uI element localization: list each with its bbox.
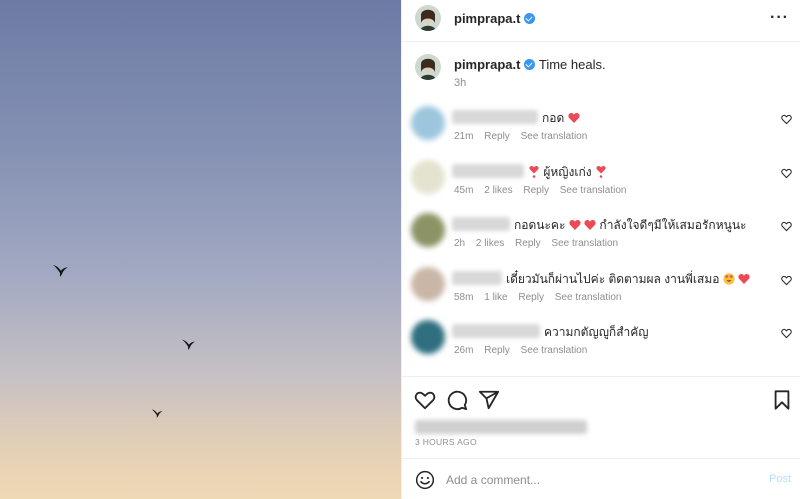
comment-item: กอด 21m Reply See translation <box>402 100 800 154</box>
action-bar <box>402 376 800 422</box>
post-header: pimprapa.t ··· <box>402 0 800 42</box>
avatar[interactable] <box>415 5 441 31</box>
reply-button[interactable]: Reply <box>484 131 510 142</box>
heart-exclamation-icon <box>596 165 606 178</box>
caption-time: 3h <box>454 77 467 89</box>
comment-text: ผู้หญิงเก่ง <box>528 163 607 182</box>
red-heart-icon <box>568 113 580 123</box>
red-heart-icon <box>738 273 750 284</box>
comment-time: 21m <box>454 131 474 142</box>
comment-time: 2h <box>454 238 466 250</box>
see-translation-link[interactable]: See translation <box>521 131 588 142</box>
see-translation-link[interactable]: See translation <box>555 292 622 303</box>
avatar[interactable] <box>411 106 445 140</box>
commenter-name[interactable] <box>452 217 510 232</box>
red-heart-icon <box>569 220 581 231</box>
comment-likes[interactable]: 1 like <box>484 292 507 303</box>
comment-time: 26m <box>454 345 474 357</box>
comment-text: ความกตัญญูก็สำคัญ <box>544 325 649 340</box>
comment-list: กอด 21m Reply See translation ผู้หญิงเก่… <box>402 100 800 368</box>
comment-item: ความกตัญญูก็สำคัญ 26m Reply See translat… <box>402 314 800 368</box>
commenter-name[interactable] <box>452 324 540 339</box>
comment-text: เดี๋ยวมันก็ผ่านไปค่ะ ติดตามผล งานพี่เสมอ <box>506 270 750 289</box>
post-panel: pimprapa.t ··· pimprapa.t Time heals. 3h… <box>401 0 800 499</box>
comment-meta: 45m 2 likes Reply See translation <box>454 185 634 196</box>
add-comment-bar: Post <box>402 458 800 499</box>
commenter-name[interactable] <box>452 270 502 285</box>
like-comment-icon[interactable] <box>781 275 792 286</box>
comment-text: กอด <box>542 109 580 128</box>
avatar[interactable] <box>411 320 445 355</box>
verified-icon <box>524 59 536 70</box>
share-icon[interactable] <box>478 389 500 411</box>
avatar[interactable] <box>411 213 445 248</box>
commenter-name[interactable] <box>452 110 538 124</box>
avatar[interactable] <box>411 159 445 194</box>
comment-input[interactable] <box>446 469 746 491</box>
reply-button[interactable]: Reply <box>518 292 544 303</box>
post-date: 3 HOURS AGO <box>415 437 477 447</box>
bird-icon <box>182 339 196 351</box>
reply-button[interactable]: Reply <box>515 238 541 249</box>
avatar[interactable] <box>415 54 441 80</box>
see-translation-link[interactable]: See translation <box>521 345 588 356</box>
like-comment-icon[interactable] <box>781 221 792 232</box>
save-icon[interactable] <box>771 389 793 411</box>
comment-icon[interactable] <box>446 389 468 411</box>
heart-eyes-icon <box>723 273 735 285</box>
comment-text: กอดนะคะ กำลังใจดีๆมีให้เสมอรักหนูนะ <box>514 218 747 233</box>
post-username[interactable]: pimprapa.t <box>454 11 536 26</box>
post-button[interactable]: Post <box>769 473 791 485</box>
comment-meta: 58m 1 like Reply See translation <box>454 292 629 303</box>
comment-item: กอดนะคะ กำลังใจดีๆมีให้เสมอรักหนูนะ 2h 2… <box>402 207 800 261</box>
like-comment-icon[interactable] <box>781 114 792 125</box>
like-comment-icon[interactable] <box>781 328 792 339</box>
like-comment-icon[interactable] <box>781 168 792 179</box>
comment-likes[interactable]: 2 likes <box>484 185 512 196</box>
comment-likes[interactable]: 2 likes <box>476 238 504 249</box>
reply-button[interactable]: Reply <box>484 345 510 356</box>
more-options-icon[interactable]: ··· <box>770 9 789 27</box>
caption: pimprapa.t Time heals. 3h <box>402 54 800 94</box>
avatar[interactable] <box>411 266 445 301</box>
caption-text: Time heals. <box>538 57 606 72</box>
emoji-icon[interactable] <box>415 470 435 490</box>
commenter-name[interactable] <box>452 163 524 178</box>
comment-time: 58m <box>454 291 474 303</box>
comment-time: 45m <box>454 184 474 196</box>
post-photo[interactable] <box>0 0 401 499</box>
comment-meta: 26m Reply See translation <box>454 345 595 356</box>
reply-button[interactable]: Reply <box>523 185 549 196</box>
comment-meta: 2h 2 likes Reply See translation <box>454 238 626 249</box>
heart-exclamation-icon <box>529 165 539 178</box>
red-heart-icon <box>584 220 596 231</box>
see-translation-link[interactable]: See translation <box>551 238 618 249</box>
caption-line: pimprapa.t Time heals. <box>454 57 606 72</box>
bird-icon <box>53 265 68 277</box>
comment-item: เดี๋ยวมันก็ผ่านไปค่ะ ติดตามผล งานพี่เสมอ… <box>402 261 800 315</box>
comment-item: ผู้หญิงเก่ง 45m 2 likes Reply See transl… <box>402 154 800 208</box>
verified-icon <box>524 13 536 24</box>
caption-username[interactable]: pimprapa.t <box>454 57 536 72</box>
bird-icon <box>151 409 163 419</box>
like-icon[interactable] <box>414 389 436 411</box>
see-translation-link[interactable]: See translation <box>560 185 627 196</box>
comment-meta: 21m Reply See translation <box>454 131 595 142</box>
likes-count[interactable] <box>415 420 587 434</box>
